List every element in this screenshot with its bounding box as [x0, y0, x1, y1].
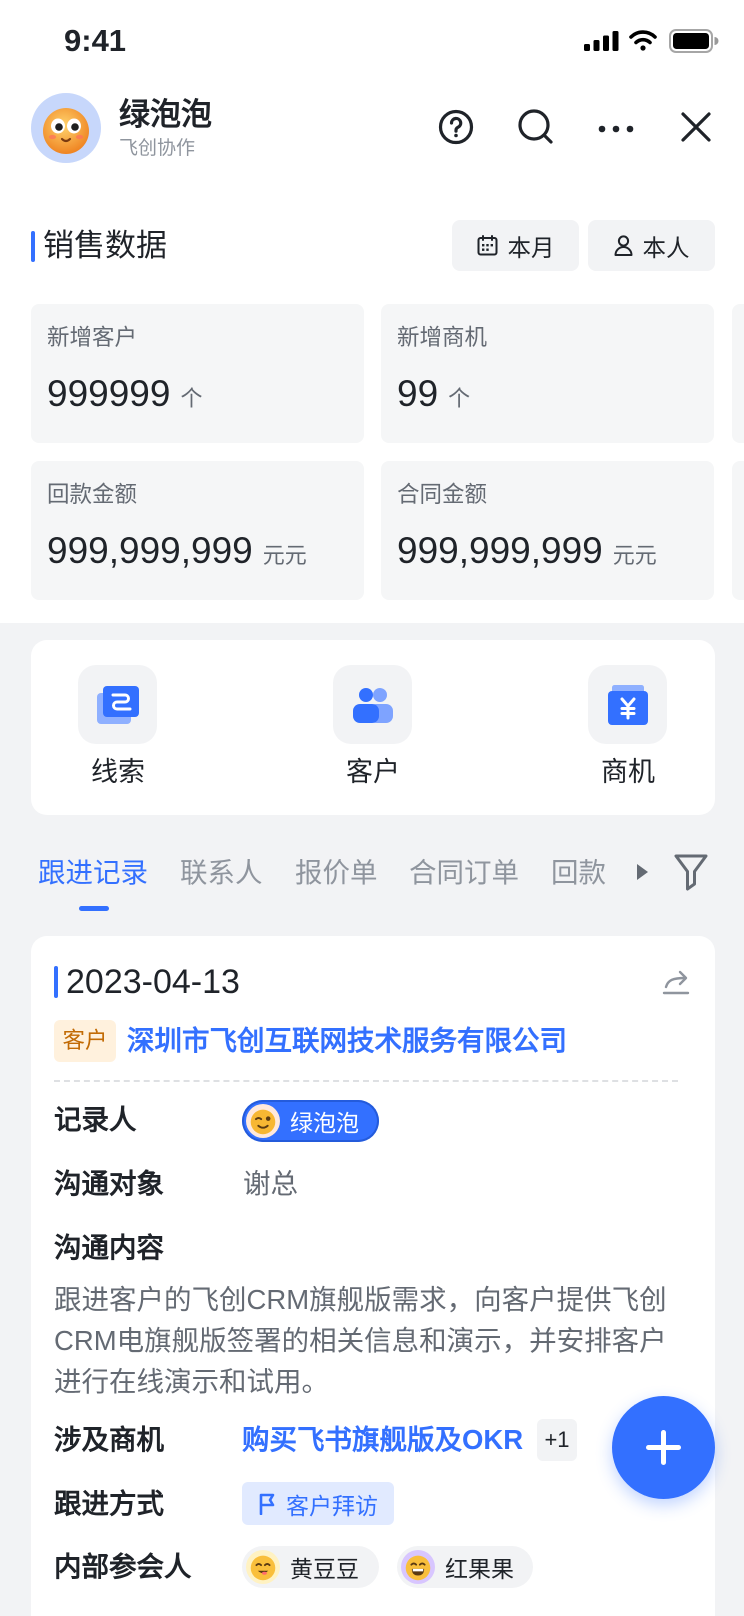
- stat-value: 999,999,999: [397, 530, 603, 571]
- stat-label: 合同金额: [397, 482, 488, 507]
- bot-avatar[interactable]: [31, 93, 101, 163]
- tab-follow-up-records[interactable]: 跟进记录: [38, 856, 148, 890]
- quick-action-customers[interactable]: 客户: [313, 640, 433, 815]
- customers-icon: [333, 665, 412, 744]
- follow-up-record-card[interactable]: 2023-04-13 客户 深圳市飞创互联网技术服务有限公司 记录人 绿泡泡 沟…: [31, 936, 715, 1616]
- stat-card-new-opportunities[interactable]: 新增商机 99 个: [381, 304, 714, 443]
- flag-icon: [258, 1493, 276, 1515]
- stat-card-partial[interactable]: [732, 461, 744, 600]
- stat-value-row: 999,999,999 元元: [47, 529, 348, 573]
- attendee-chip[interactable]: 红果果: [397, 1546, 533, 1588]
- stat-unit: 个: [448, 386, 471, 411]
- tab-payments[interactable]: 回款: [551, 856, 606, 890]
- owner-filter-label: 本人: [642, 234, 690, 261]
- status-time: 9:41: [64, 23, 127, 58]
- close-icon: [680, 111, 712, 146]
- content-label: 沟通内容: [54, 1232, 164, 1263]
- help-button[interactable]: [436, 108, 476, 148]
- contact-label: 沟通对象: [54, 1168, 164, 1199]
- leads-icon: [78, 665, 157, 744]
- top-panel: 9:41 绿泡泡 飞创协作 销售数据 本月 本人 新增客户 999999 个 新…: [0, 0, 744, 623]
- wifi-icon: [628, 29, 658, 56]
- battery-icon: [669, 29, 719, 58]
- method-value: 客户拜访: [286, 1492, 378, 1519]
- stat-value-row: 999,999,999 元元: [397, 529, 698, 573]
- tabs-scroll-button[interactable]: [632, 862, 652, 884]
- share-button[interactable]: [660, 968, 692, 998]
- content-text: 跟进客户的飞创CRM旗舰版需求，向客户提供飞创CRM电旗舰版签署的相关信息和演示…: [54, 1284, 667, 1397]
- stat-value-row: 99 个: [397, 372, 698, 416]
- app-title: 绿泡泡: [119, 97, 212, 132]
- filter-button[interactable]: [672, 853, 710, 893]
- person-icon: [614, 235, 633, 256]
- recorder-name: 绿泡泡: [290, 1110, 359, 1136]
- stat-card-partial[interactable]: [732, 304, 744, 443]
- stat-unit: 元元: [612, 543, 657, 568]
- search-button[interactable]: [516, 108, 556, 148]
- tab-contacts[interactable]: 联系人: [180, 856, 263, 890]
- stat-value: 999999: [47, 373, 171, 414]
- add-record-button[interactable]: [612, 1396, 715, 1499]
- stat-card-new-customers[interactable]: 新增客户 999999 个: [31, 304, 364, 443]
- opportunity-more-badge[interactable]: +1: [537, 1419, 577, 1461]
- contact-value: 谢总: [243, 1168, 298, 1199]
- calendar-icon: [477, 235, 498, 256]
- opportunity-link[interactable]: 购买飞书旗舰版及OKR: [242, 1423, 523, 1457]
- quick-actions-card: 线索 客户 商机: [31, 640, 715, 815]
- method-tag: 客户拜访: [242, 1482, 394, 1525]
- search-icon: [517, 108, 555, 149]
- attendee-name: 黄豆豆: [290, 1556, 359, 1582]
- method-label: 跟进方式: [54, 1488, 164, 1519]
- stat-label: 回款金额: [47, 482, 138, 507]
- record-accent-bar: [54, 966, 58, 998]
- quick-action-label: 商机: [601, 757, 655, 787]
- more-icon: [598, 121, 634, 136]
- triangle-right-icon: [636, 863, 648, 883]
- attendee-name: 红果果: [445, 1556, 514, 1582]
- period-filter-label: 本月: [507, 234, 555, 261]
- attendee-avatar: [246, 1550, 280, 1584]
- more-button[interactable]: [596, 108, 636, 148]
- owner-filter-button[interactable]: 本人: [588, 220, 715, 271]
- stat-value: 999,999,999: [47, 530, 253, 571]
- recorder-label: 记录人: [54, 1104, 137, 1135]
- help-icon: [438, 109, 474, 148]
- active-tab-indicator: [79, 906, 109, 911]
- opportunity-label: 涉及商机: [54, 1424, 164, 1455]
- tab-quotes[interactable]: 报价单: [295, 856, 378, 890]
- cellular-signal-icon: [584, 31, 619, 56]
- sales-section-title: 销售数据: [43, 228, 167, 263]
- attendee-chip[interactable]: 黄豆豆: [242, 1546, 379, 1588]
- quick-action-label: 客户: [346, 757, 400, 787]
- filter-icon: [673, 853, 709, 894]
- record-date: 2023-04-13: [66, 963, 240, 1001]
- tab-contract-orders[interactable]: 合同订单: [409, 856, 519, 890]
- dashed-divider: [54, 1080, 678, 1082]
- recorder-avatar: [246, 1104, 280, 1138]
- customer-company-link[interactable]: 深圳市飞创互联网技术服务有限公司: [127, 1024, 567, 1058]
- quick-action-label: 线索: [91, 757, 145, 787]
- stat-card-payment-amount[interactable]: 回款金额 999,999,999 元元: [31, 461, 364, 600]
- attendee-avatar: [401, 1550, 435, 1584]
- close-button[interactable]: [676, 108, 716, 148]
- stat-value-row: 999999 个: [47, 372, 348, 416]
- stat-unit: 元元: [262, 543, 307, 568]
- stat-unit: 个: [180, 386, 203, 411]
- stat-card-contract-amount[interactable]: 合同金额 999,999,999 元元: [381, 461, 714, 600]
- attendees-label: 内部参会人: [54, 1551, 192, 1582]
- stat-value: 99: [397, 373, 439, 414]
- period-filter-button[interactable]: 本月: [452, 220, 579, 271]
- section-accent-bar: [31, 231, 35, 262]
- app-subtitle: 飞创协作: [119, 138, 196, 159]
- opportunities-icon: [588, 665, 667, 744]
- quick-action-leads[interactable]: 线索: [58, 640, 178, 815]
- customer-tag: 客户: [54, 1020, 116, 1062]
- stat-label: 新增客户: [47, 325, 138, 350]
- share-icon: [661, 968, 691, 999]
- stat-label: 新增商机: [397, 325, 488, 350]
- recorder-chip[interactable]: 绿泡泡: [242, 1100, 379, 1142]
- quick-action-opportunities[interactable]: 商机: [568, 640, 688, 815]
